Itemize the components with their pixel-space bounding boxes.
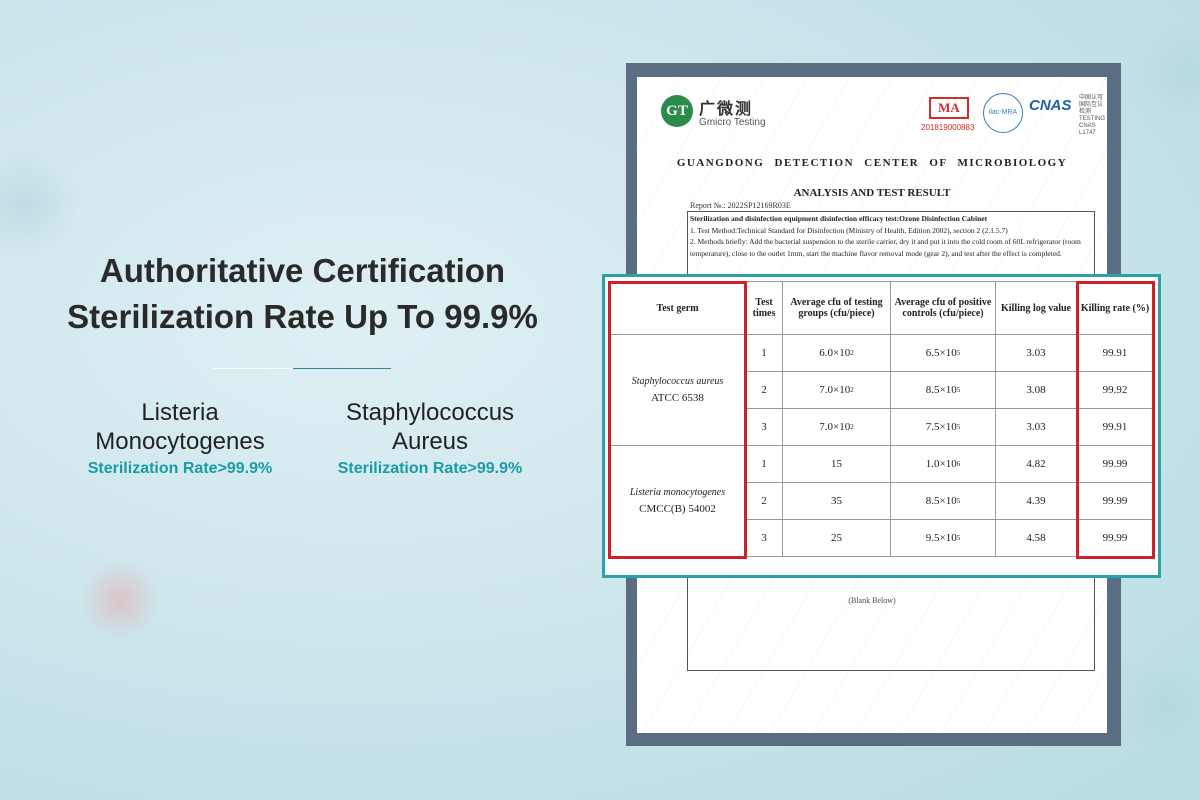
cell-times: 1: [746, 335, 783, 372]
exp: 5: [956, 534, 961, 542]
hero-headline: Authoritative Certification Sterilizatio…: [20, 248, 585, 340]
highlight-killing-rate: [1076, 281, 1155, 559]
cell-avg-testing: 35: [783, 483, 891, 520]
virus-decoration: [80, 560, 160, 640]
header-test-times: Test times: [746, 281, 783, 335]
header-avg-controls: Average cfu of positive controls (cfu/pi…: [891, 281, 996, 335]
base: 35: [831, 495, 842, 507]
cell-killing-log: 4.39: [996, 483, 1077, 520]
cell-avg-testing: 7.0×10 2: [783, 409, 891, 446]
cnas-caption: 中国认可 国际互认 检测 TESTING CNAS L1747: [1079, 95, 1106, 136]
base: 8.5×10: [925, 495, 957, 507]
base: 9.5×10: [925, 532, 957, 544]
feature-name-line-1: Listeria: [141, 399, 219, 426]
feature-rate: Sterilization Rate>99.9%: [87, 460, 273, 477]
base: 7.0×10: [819, 384, 851, 396]
cell-times: 3: [746, 409, 783, 446]
hero-line-2: Sterilization Rate Up To 99.9%: [67, 298, 538, 335]
cell-times: 2: [746, 483, 783, 520]
feature-name-line-2: Monocytogenes: [95, 428, 265, 455]
document-title: ANALYSIS AND TEST RESULT: [793, 187, 951, 199]
cell-avg-controls: 6.5×10 5: [891, 335, 996, 372]
highlight-test-germ: [608, 281, 747, 559]
cell-killing-log: 3.03: [996, 335, 1077, 372]
cell-avg-testing: 6.0×10 2: [783, 335, 891, 372]
exp: 2: [850, 423, 854, 431]
exp: 5: [956, 423, 961, 431]
cell-killing-log: 3.03: [996, 409, 1077, 446]
ilac-mra-icon: ilac-MRA: [983, 93, 1023, 133]
virus-decoration: [0, 150, 80, 260]
cell-times: 2: [746, 372, 783, 409]
ma-number: 201819000883: [921, 123, 975, 132]
hero-line-1: Authoritative Certification: [99, 252, 506, 289]
exp: 5: [956, 497, 961, 505]
results-table: Test germ Test times Average cfu of test…: [602, 274, 1161, 578]
divider: [213, 368, 391, 369]
blank-below-note: (Blank Below): [848, 596, 896, 605]
method-step-2: 2. Methods briefly: Add the bacterial su…: [690, 237, 1081, 258]
feature-name-line-1: Staphylococcus: [345, 399, 515, 426]
cell-killing-log: 4.82: [996, 446, 1077, 483]
exp: 2: [850, 386, 854, 394]
cell-times: 3: [746, 520, 783, 557]
cell-killing-log: 3.08: [996, 372, 1077, 409]
cell-killing-log: 4.58: [996, 520, 1077, 557]
virus-decoration: [1120, 660, 1200, 750]
exp: 5: [956, 349, 961, 357]
cell-avg-testing: 25: [783, 520, 891, 557]
method-text: Sterilization and disinfection equipment…: [690, 213, 1094, 259]
cell-avg-controls: 8.5×10 5: [891, 483, 996, 520]
base: 6.5×10: [925, 347, 957, 359]
cnas-logo-icon: CNAS: [1029, 97, 1072, 114]
header-killing-log: Killing log value: [996, 281, 1077, 335]
cell-avg-testing: 15: [783, 446, 891, 483]
report-number: Report №.: 2022SP12169R03E: [690, 201, 791, 210]
base: 1.0×10: [925, 458, 957, 470]
cell-avg-controls: 7.5×10 5: [891, 409, 996, 446]
cell-avg-testing: 7.0×10 2: [783, 372, 891, 409]
feature-listeria: Listeria Monocytogenes Sterilization Rat…: [50, 398, 310, 480]
method-step-1: 1. Test Method:Technical Standard for Di…: [690, 225, 1008, 235]
gmicro-logo-icon: GT: [661, 95, 693, 127]
base: 7.0×10: [819, 421, 851, 433]
base: 8.5×10: [925, 384, 957, 396]
brand-name-cn: 广微测: [699, 101, 754, 118]
cell-times: 1: [746, 446, 783, 483]
feature-rate: Sterilization Rate>99.9%: [337, 460, 523, 477]
method-title: Sterilization and disinfection equipment…: [690, 214, 988, 223]
virus-decoration: [1130, 20, 1200, 130]
header-avg-testing: Average cfu of testing groups (cfu/piece…: [783, 281, 891, 335]
organization-name: GUANGDONG DETECTION CENTER OF MICROBIOLO…: [676, 157, 1068, 169]
exp: 6: [956, 460, 961, 468]
base: 6.0×10: [819, 347, 851, 359]
feature-staphylococcus: Staphylococcus Aureus Sterilization Rate…: [300, 398, 560, 480]
exp: 5: [956, 386, 961, 394]
base: 15: [831, 458, 842, 470]
ma-certification-icon: MA: [929, 97, 969, 119]
cell-avg-controls: 1.0×10 6: [891, 446, 996, 483]
cell-avg-controls: 9.5×10 5: [891, 520, 996, 557]
brand-name-en: Gmicro Testing: [699, 117, 766, 128]
feature-name-line-2: Aureus: [391, 428, 469, 455]
base: 25: [831, 532, 842, 544]
base: 7.5×10: [925, 421, 957, 433]
cell-avg-controls: 8.5×10 5: [891, 372, 996, 409]
exp: 2: [850, 349, 854, 357]
